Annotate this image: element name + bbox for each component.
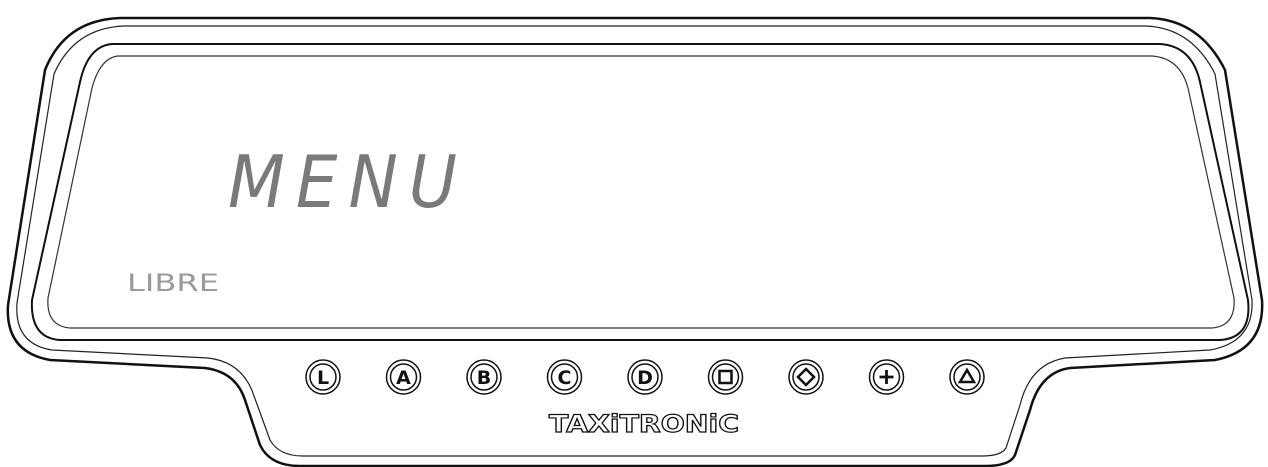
c-button[interactable]: C	[546, 359, 583, 395]
a-button-label: A	[396, 367, 411, 389]
triangle-button[interactable]	[949, 359, 985, 395]
l-button-label: L	[317, 367, 329, 389]
d-button-label: D	[637, 367, 653, 389]
square-button-face	[711, 363, 740, 391]
housing-inner-outline	[16, 25, 1253, 457]
main-display-text: MENU	[228, 140, 468, 224]
brand-logo: TAXiTRONiC	[549, 410, 739, 438]
main-display-text-group: MENU	[228, 140, 468, 224]
display-window	[47, 55, 1235, 329]
c-button-label: C	[558, 367, 572, 389]
diamond-button[interactable]	[788, 359, 824, 395]
button-row: LABCD	[305, 359, 985, 395]
plus-button[interactable]	[868, 359, 905, 395]
square-button[interactable]	[707, 359, 744, 395]
taximeter-device: MENU LIBRE L A B C D TAXiTRONiC	[6, 16, 1264, 467]
b-button[interactable]: B	[466, 359, 502, 395]
b-button-label: B	[477, 367, 491, 389]
status-indicator-libre: LIBRE	[127, 269, 219, 297]
l-button[interactable]: L	[305, 359, 341, 395]
a-button[interactable]: A	[385, 359, 422, 395]
d-button[interactable]: D	[627, 359, 663, 395]
housing-outline	[6, 16, 1264, 467]
